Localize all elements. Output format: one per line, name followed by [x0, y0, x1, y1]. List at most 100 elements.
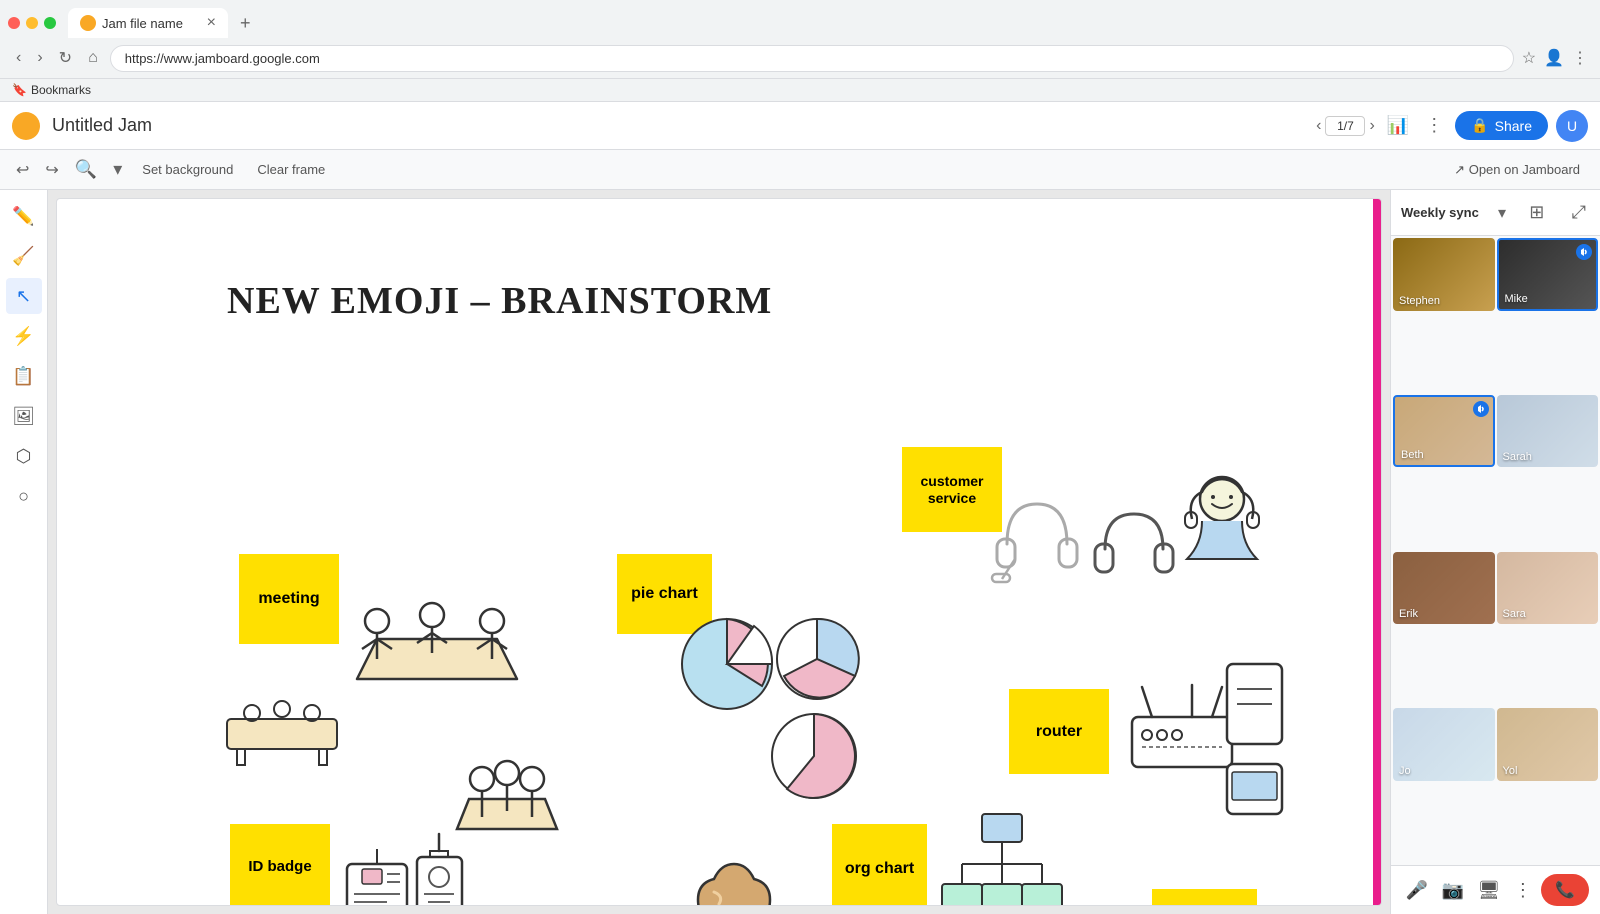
org-chart-sketch	[932, 809, 1072, 906]
clear-frame-btn[interactable]: Clear frame	[249, 158, 333, 181]
participant-tile[interactable]: Sara	[1497, 552, 1599, 625]
close-tab-btn[interactable]: ×	[207, 14, 216, 32]
participants-grid: Stephen Mike Beth S	[1391, 236, 1600, 865]
app-title[interactable]: Untitled Jam	[52, 115, 1308, 136]
prev-frame-btn[interactable]: ‹	[1316, 117, 1321, 135]
open-label: Open on Jamboard	[1469, 162, 1580, 177]
customer-service-person	[1177, 464, 1267, 584]
participant-tile[interactable]: Mike	[1497, 238, 1599, 311]
lock-icon: 🔒	[1471, 117, 1488, 134]
participant-name: Erik	[1399, 608, 1418, 620]
user-avatar[interactable]: U	[1556, 110, 1588, 142]
expand-btn[interactable]: ⤢	[1568, 198, 1590, 227]
set-background-btn[interactable]: Set background	[134, 158, 241, 181]
participant-tile[interactable]: Stephen	[1393, 238, 1495, 311]
participant-tile[interactable]: Beth	[1393, 395, 1495, 468]
speaker-indicator	[1576, 244, 1592, 260]
more-meeting-btn[interactable]: ⋮	[1510, 876, 1536, 905]
forward-btn[interactable]: ›	[33, 45, 46, 71]
meeting-header: Weekly sync ▾ ⊞ ⤢	[1391, 190, 1600, 236]
participant-tile[interactable]: Yol	[1497, 708, 1599, 781]
meeting-controls: 🎤 📷 🖥 ⋮ 📞	[1391, 865, 1600, 914]
back-btn[interactable]: ‹	[12, 45, 25, 71]
participant-name: Mike	[1505, 293, 1528, 305]
next-frame-btn[interactable]: ›	[1369, 117, 1374, 135]
id-badge-sketch-2	[412, 829, 467, 906]
new-tab-btn[interactable]: +	[232, 9, 259, 38]
share-btn[interactable]: 🔒 Share	[1455, 111, 1548, 140]
mute-btn[interactable]: 🎤	[1402, 876, 1432, 905]
open-icon: ↗	[1454, 162, 1465, 177]
participant-name: Jo	[1399, 765, 1411, 777]
meeting-small-sketch	[217, 699, 347, 769]
close-window-btn[interactable]	[8, 17, 20, 29]
browser-chrome: Jam file name × + ‹ › ↻ ⌂ https://www.ja…	[0, 0, 1600, 102]
shape-tool-btn[interactable]: ⬡	[6, 438, 42, 474]
pie-chart-2	[772, 614, 862, 704]
address-bar: ‹ › ↻ ⌂ https://www.jamboard.google.com …	[0, 38, 1600, 78]
frame-indicator[interactable]: 1/7	[1325, 116, 1365, 136]
more-options-btn[interactable]: ⋮	[1421, 111, 1447, 140]
participant-name: Stephen	[1399, 295, 1440, 307]
right-panel: Weekly sync ▾ ⊞ ⤢ Stephen Mike	[1390, 190, 1600, 914]
participant-name: Yol	[1503, 765, 1518, 777]
tab-title: Jam file name	[102, 16, 183, 31]
reload-btn[interactable]: ↻	[55, 44, 76, 72]
meeting-dropdown-btn[interactable]: ▾	[1498, 203, 1506, 223]
canvas-area[interactable]: NEW EMOJI – BRAINSTORM meeting pie chart…	[56, 198, 1382, 906]
grid-view-btn[interactable]: ⊞	[1525, 198, 1548, 227]
app-logo	[12, 112, 40, 140]
bookmarks-label: Bookmarks	[31, 83, 91, 97]
sub-toolbar: ↩ ↪ 🔍 ▾ Set background Clear frame ↗ Ope…	[0, 150, 1600, 190]
pie-chart-1	[677, 614, 777, 714]
participant-tile[interactable]: Sarah	[1497, 395, 1599, 468]
profile-btn[interactable]: 👤	[1544, 48, 1564, 68]
image-tool-btn[interactable]: 🖼	[6, 398, 42, 434]
app-toolbar: Untitled Jam ‹ 1/7 › 📊 ⋮ 🔒 Share U	[0, 102, 1600, 150]
tab-favicon	[80, 15, 96, 31]
end-call-btn[interactable]: 📞	[1541, 874, 1589, 906]
more-btn[interactable]: ⋮	[1572, 48, 1588, 68]
meeting-title: Weekly sync	[1401, 205, 1479, 220]
sticky-sticky-note[interactable]: sticky note	[1152, 889, 1257, 906]
pink-highlight-bar	[1373, 199, 1381, 905]
url-bar[interactable]: https://www.jamboard.google.com	[110, 45, 1514, 72]
sticky-tool-btn[interactable]: 📋	[6, 358, 42, 394]
toolbar-center: ‹ 1/7 ›	[1316, 116, 1375, 136]
bookmarks-bar: 🔖 Bookmarks	[0, 78, 1600, 101]
sticky-org-chart[interactable]: org chart	[832, 824, 927, 906]
select-tool-btn[interactable]: ✏️	[6, 198, 42, 234]
redo-btn[interactable]: ↪	[41, 156, 62, 184]
present-btn[interactable]: 📊	[1383, 111, 1413, 140]
bookmark-btn[interactable]: ☆	[1522, 48, 1536, 68]
browser-tab[interactable]: Jam file name ×	[68, 8, 228, 38]
maximize-window-btn[interactable]	[44, 17, 56, 29]
open-on-jamboard-btn[interactable]: ↗ Open on Jamboard	[1446, 158, 1588, 182]
main-content: ✏️ 🧹 ↖ ⚡ 📋 🖼 ⬡ ○ NEW EMOJI – BRAINSTORM …	[0, 190, 1600, 914]
camera-btn[interactable]: 📷	[1438, 876, 1468, 905]
minimize-window-btn[interactable]	[26, 17, 38, 29]
headphones-sketch-1	[987, 489, 1087, 599]
left-sidebar: ✏️ 🧹 ↖ ⚡ 📋 🖼 ⬡ ○	[0, 190, 48, 914]
zoom-btn[interactable]: 🔍	[71, 155, 101, 184]
share-label: Share	[1495, 118, 1532, 134]
participant-name: Sarah	[1503, 451, 1532, 463]
undo-btn[interactable]: ↩	[12, 156, 33, 184]
zoom-dropdown-btn[interactable]: ▾	[109, 155, 126, 184]
meeting-sketch	[327, 569, 547, 729]
muffin-sketch	[679, 854, 789, 906]
cursor-tool-btn[interactable]: ↖	[6, 278, 42, 314]
sticky-router[interactable]: router	[1009, 689, 1109, 774]
canvas-title: NEW EMOJI – BRAINSTORM	[227, 279, 772, 323]
participant-tile[interactable]: Jo	[1393, 708, 1495, 781]
window-controls	[8, 17, 56, 29]
participant-tile[interactable]: Erik	[1393, 552, 1495, 625]
eraser-tool-btn[interactable]: 🧹	[6, 238, 42, 274]
participant-name: Beth	[1401, 449, 1424, 461]
laser-tool-btn[interactable]: ⚡	[6, 318, 42, 354]
sticky-meeting[interactable]: meeting	[239, 554, 339, 644]
present-screen-btn[interactable]: 🖥	[1474, 876, 1505, 905]
text-tool-btn[interactable]: ○	[6, 478, 42, 514]
sticky-id-badge[interactable]: ID badge	[230, 824, 330, 906]
home-btn[interactable]: ⌂	[84, 45, 102, 71]
